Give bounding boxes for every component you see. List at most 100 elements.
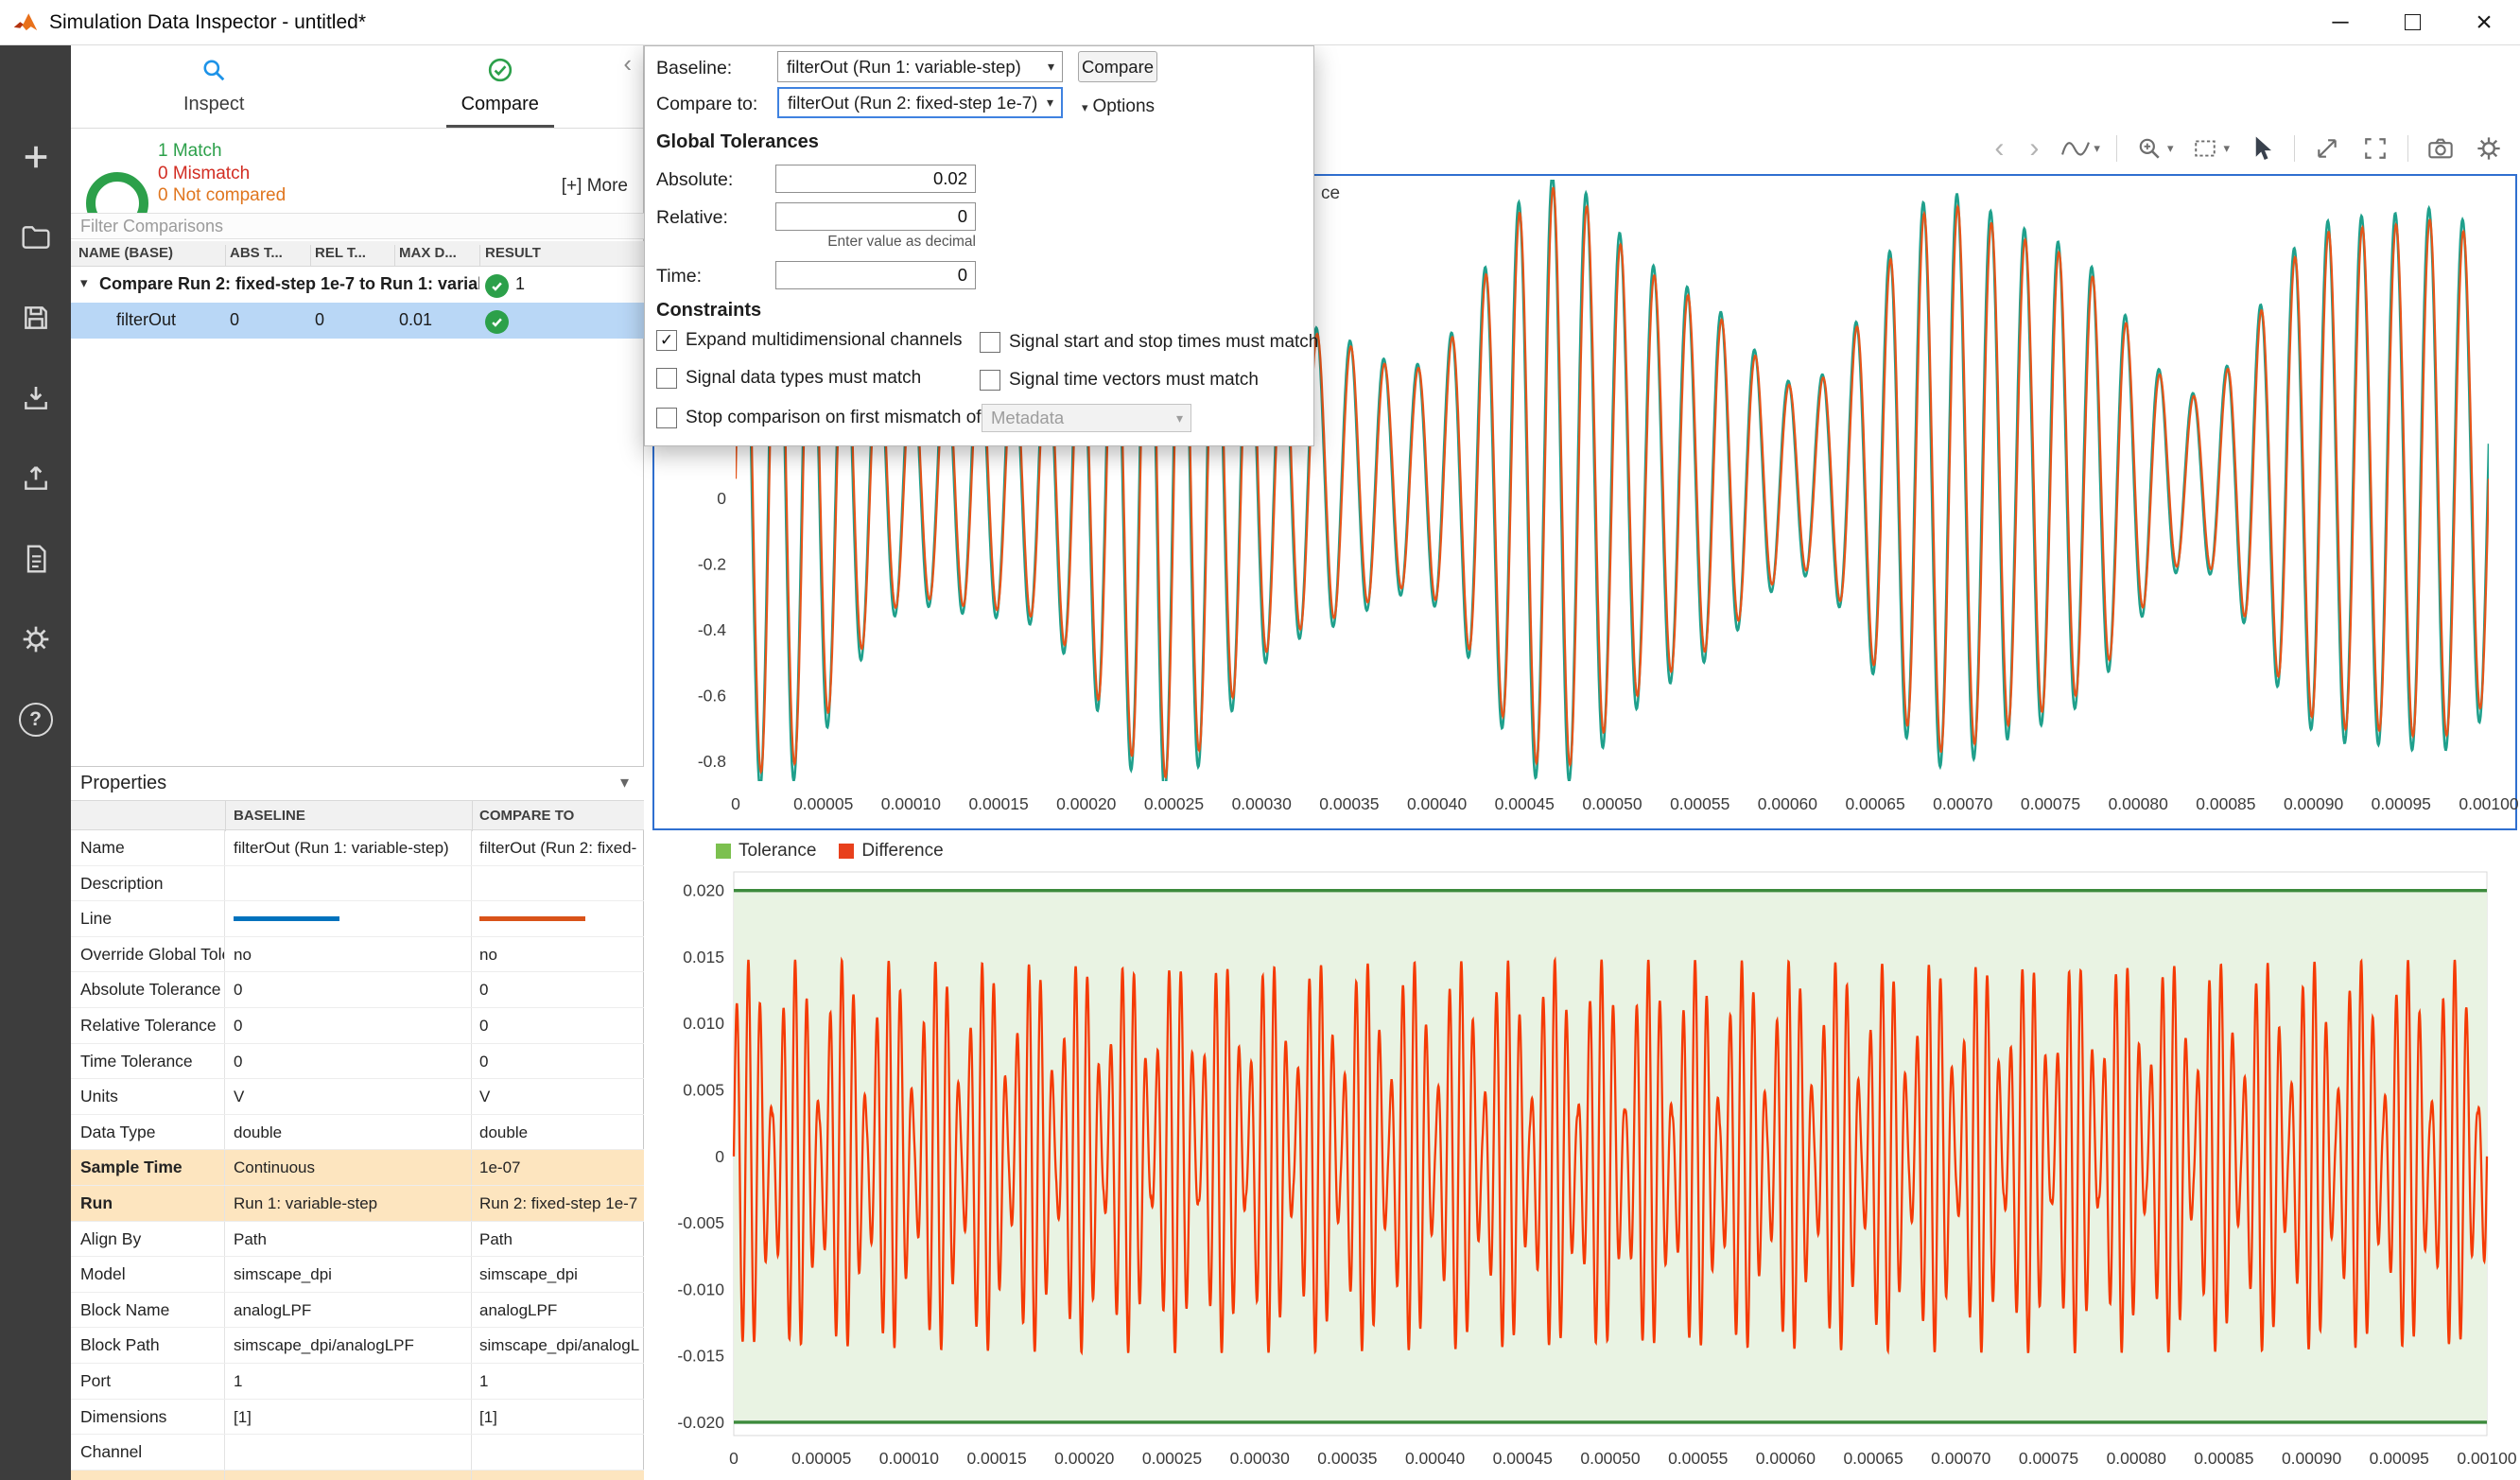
difference-plot[interactable]: 00.000050.000100.000150.000200.000250.00… — [652, 868, 2513, 1477]
checkbox-box[interactable] — [980, 332, 1000, 353]
tab-inspect[interactable]: Inspect — [71, 45, 357, 128]
open-folder-icon[interactable] — [19, 220, 53, 254]
property-row[interactable]: NamefilterOut (Run 1: variable-step)filt… — [71, 830, 644, 866]
svg-text:0.00090: 0.00090 — [2282, 1449, 2342, 1468]
zoom-region-menu-caret[interactable]: ▾ — [2223, 141, 2230, 156]
svg-text:0.00020: 0.00020 — [1056, 794, 1117, 813]
checkbox-box[interactable] — [656, 368, 677, 389]
maximize-icon — [2405, 14, 2421, 30]
property-compare-value: 1 — [472, 1364, 644, 1399]
dropdown-caret-icon: ▾ — [1169, 410, 1190, 427]
tab-compare[interactable]: Compare — [357, 45, 644, 128]
checkbox-box[interactable] — [980, 370, 1000, 391]
property-row[interactable]: Sample TimeContinuous1e-07 — [71, 1150, 644, 1186]
property-row[interactable]: Align ByPathPath — [71, 1222, 644, 1258]
svg-text:0.00045: 0.00045 — [1493, 1449, 1553, 1468]
col-rel-tol[interactable]: REL T... — [315, 245, 366, 261]
property-label: Channel — [71, 1435, 225, 1470]
signal-trace-icon[interactable] — [2059, 132, 2092, 165]
property-row[interactable]: UnitsVV — [71, 1079, 644, 1115]
checkbox-start-stop-times[interactable]: Signal start and stop times must match — [980, 332, 1318, 353]
property-baseline-value: filterOut (Run 1: variable-step) — [225, 830, 472, 865]
checkbox-data-types[interactable]: Signal data types must match — [656, 368, 921, 389]
properties-collapse-icon[interactable]: ▾ — [620, 773, 629, 792]
minimize-button[interactable]: ─ — [2304, 0, 2376, 44]
property-label: Port — [71, 1364, 225, 1399]
comparison-group-row[interactable]: ▾ Compare Run 2: fixed-step 1e-7 to Run … — [71, 267, 644, 303]
property-row[interactable]: Block NameanalogLPFanalogLPF — [71, 1293, 644, 1329]
svg-text:0.00005: 0.00005 — [791, 1449, 851, 1468]
settings-gear-icon[interactable] — [19, 622, 53, 656]
relative-tolerance-input[interactable] — [775, 202, 976, 231]
property-row[interactable]: Port11 — [71, 1364, 644, 1400]
property-row[interactable]: Override Global Tolernono — [71, 937, 644, 973]
comparison-signal-row[interactable]: filterOut 0 0 0.01 — [71, 303, 644, 339]
svg-text:0: 0 — [715, 1147, 724, 1166]
checkbox-time-vectors[interactable]: Signal time vectors must match — [980, 370, 1259, 391]
property-baseline-value — [225, 866, 472, 901]
save-icon[interactable] — [19, 301, 53, 335]
more-link[interactable]: [+] More — [562, 176, 628, 197]
col-name-base[interactable]: NAME (BASE) — [78, 245, 173, 261]
baseline-dropdown[interactable]: filterOut (Run 1: variable-step) ▾ — [777, 51, 1063, 82]
add-icon[interactable] — [19, 140, 53, 174]
expander-icon[interactable]: ▾ — [80, 274, 88, 291]
properties-bar[interactable]: Properties ▾ — [71, 766, 644, 800]
compare-to-dropdown[interactable]: filterOut (Run 2: fixed-step 1e-7) ▾ — [777, 87, 1063, 118]
property-row[interactable] — [71, 1471, 644, 1480]
collapse-panel-icon[interactable]: ‹ — [623, 51, 632, 76]
svg-text:0.00035: 0.00035 — [1317, 1449, 1377, 1468]
checkbox-box[interactable] — [656, 408, 677, 428]
property-row[interactable]: Dimensions[1][1] — [71, 1400, 644, 1436]
property-label: Align By — [71, 1222, 225, 1257]
compare-button[interactable]: Compare — [1078, 51, 1157, 82]
svg-text:0.00070: 0.00070 — [1933, 794, 1993, 813]
property-row[interactable]: Absolute Tolerance00 — [71, 972, 644, 1008]
maximize-button[interactable] — [2376, 0, 2448, 44]
col-abs-tol[interactable]: ABS T... — [230, 245, 283, 261]
filter-comparisons-input[interactable] — [71, 214, 644, 238]
comparison-panel: Inspect Compare ‹ 1 Match 0 Mismatch 0 N… — [71, 45, 644, 1480]
prev-view-icon[interactable]: ‹ — [1990, 134, 2008, 163]
property-row[interactable]: Channel — [71, 1435, 644, 1471]
pointer-icon[interactable] — [2246, 132, 2278, 165]
property-row[interactable]: Description — [71, 866, 644, 902]
property-row[interactable]: Time Tolerance00 — [71, 1044, 644, 1080]
col-result[interactable]: RESULT — [485, 245, 541, 261]
property-compare-value: no — [472, 937, 644, 972]
fit-to-view-icon[interactable] — [2359, 132, 2391, 165]
match-count: 1 Match — [158, 140, 286, 163]
difference-chart[interactable]: ToleranceDifference 00.000050.000100.000… — [652, 836, 2517, 1477]
time-tolerance-input[interactable] — [775, 261, 976, 289]
import-icon[interactable] — [19, 381, 53, 415]
snapshot-camera-icon[interactable] — [2424, 132, 2457, 165]
svg-text:0: 0 — [731, 794, 740, 813]
close-button[interactable]: × — [2448, 0, 2520, 44]
expand-axes-icon[interactable] — [2311, 132, 2343, 165]
options-toggle[interactable]: ▾Options — [1082, 96, 1155, 117]
svg-text:0.00025: 0.00025 — [1142, 1449, 1202, 1468]
baseline-column-header: BASELINE — [234, 808, 305, 824]
plot-settings-gear-icon[interactable] — [2473, 132, 2505, 165]
checkbox-box-checked[interactable]: ✓ — [656, 330, 677, 351]
matlab-logo-icon — [13, 11, 38, 34]
report-icon[interactable] — [19, 542, 53, 576]
property-row[interactable]: RunRun 1: variable-stepRun 2: fixed-step… — [71, 1186, 644, 1222]
zoom-icon[interactable] — [2133, 132, 2165, 165]
property-row[interactable]: Modelsimscape_dpisimscape_dpi — [71, 1257, 644, 1293]
export-icon[interactable] — [19, 461, 53, 496]
property-row[interactable]: Block Pathsimscape_dpi/analogLPFsimscape… — [71, 1328, 644, 1364]
absolute-tolerance-input[interactable] — [775, 165, 976, 193]
checkbox-stop-on-first-mismatch[interactable]: Stop comparison on first mismatch of: — [656, 408, 986, 428]
next-view-icon[interactable]: › — [2025, 134, 2043, 163]
property-row[interactable]: Relative Tolerance00 — [71, 1008, 644, 1044]
help-icon[interactable]: ? — [19, 703, 53, 737]
checkbox-expand-multidimensional[interactable]: ✓ Expand multidimensional channels — [656, 330, 963, 351]
svg-text:0.00065: 0.00065 — [1843, 1449, 1903, 1468]
property-row[interactable]: Data Typedoubledouble — [71, 1115, 644, 1151]
zoom-menu-caret[interactable]: ▾ — [2167, 141, 2174, 156]
signal-trace-menu-caret[interactable]: ▾ — [2094, 141, 2100, 156]
zoom-region-icon[interactable] — [2189, 132, 2221, 165]
col-max-diff[interactable]: MAX D... — [399, 245, 457, 261]
property-row[interactable]: Line — [71, 901, 644, 937]
